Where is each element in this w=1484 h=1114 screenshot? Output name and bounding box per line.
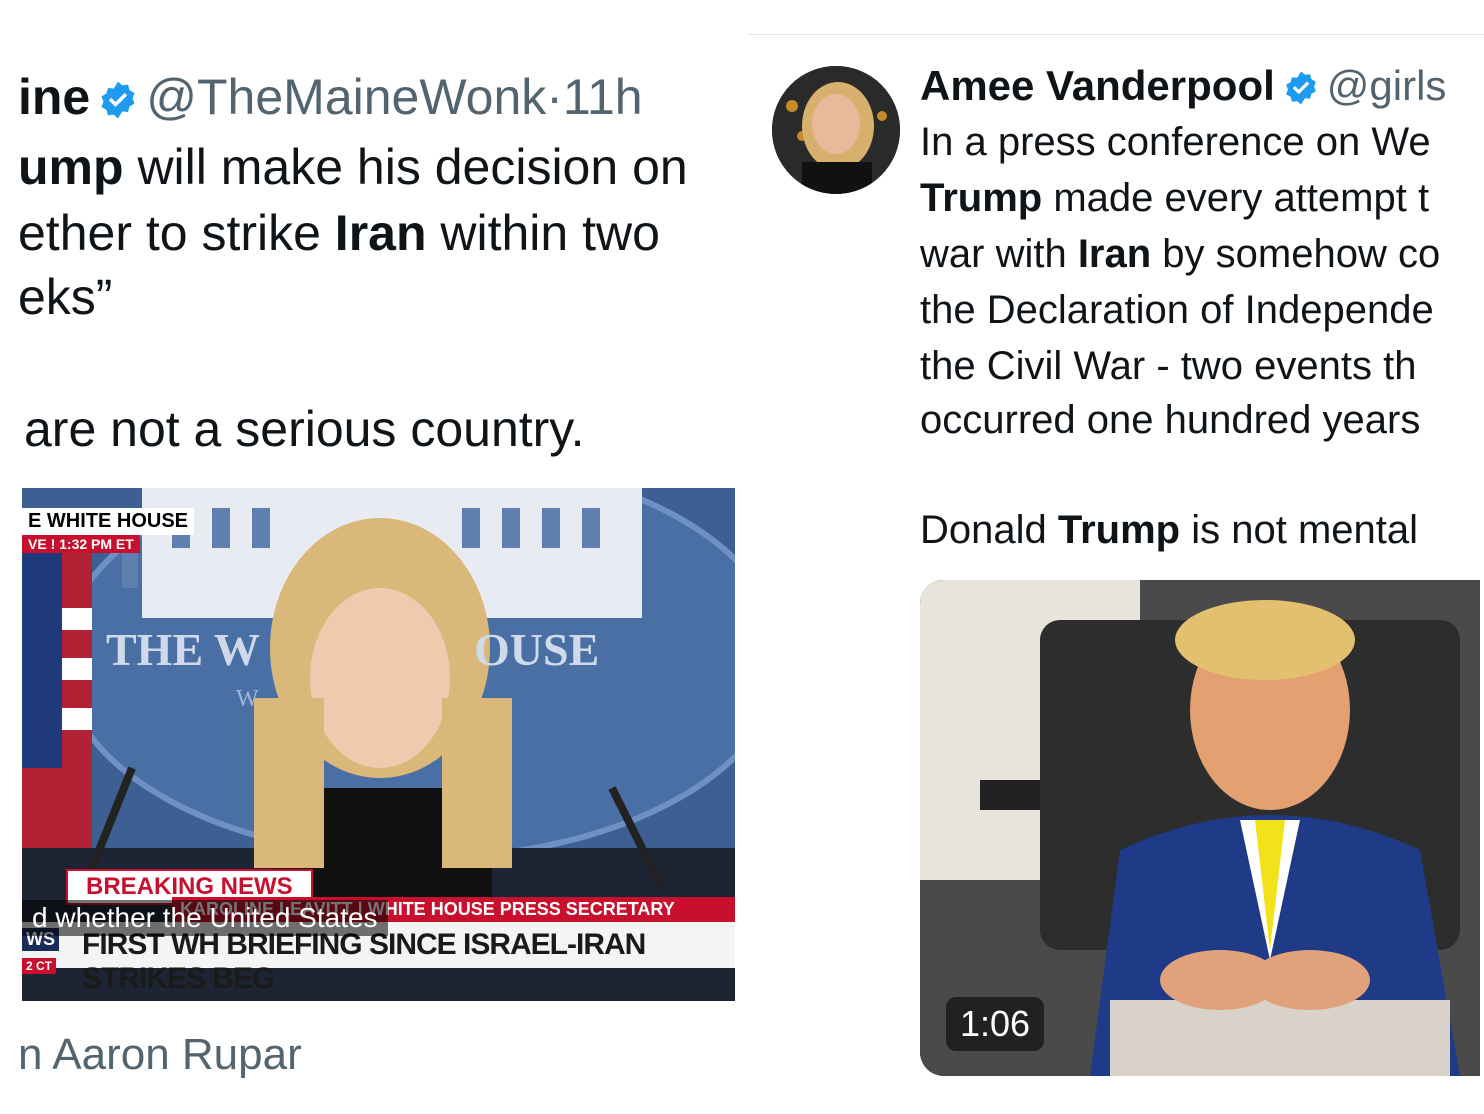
live-time-label: VE ! 1:32 PM ET <box>22 535 140 553</box>
left-tweet-line-1: ump will make his decision on <box>18 139 688 195</box>
author-avatar[interactable] <box>772 66 900 194</box>
left-tweet-line-4: are not a serious country. <box>24 401 585 457</box>
left-tweet-video[interactable]: E WHITE HOUSE VE ! 1:32 PM ET THE W OUSE… <box>22 488 735 1001</box>
right-tweet-line-5: the Civil War - two events th <box>920 344 1417 388</box>
right-tweet-line-4: the Declaration of Independe <box>920 288 1434 332</box>
right-tweet-line-6: occurred one hundred years <box>920 398 1421 442</box>
right-tweet-line-7: Donald Trump is not mental <box>920 508 1418 552</box>
right-tweet-line-1: In a press conference on We <box>920 120 1431 164</box>
left-tweet-header: ine @TheMaineWonk·11h <box>18 68 643 126</box>
left-author-name[interactable]: ine <box>18 69 90 125</box>
verified-badge-icon <box>1285 71 1316 105</box>
network-corner-label: E WHITE HOUSE <box>22 508 195 535</box>
video-duration-badge: 1:06 <box>946 997 1045 1051</box>
right-author-handle[interactable]: @girls <box>1327 62 1447 109</box>
wall-text-right: OUSE <box>474 624 600 675</box>
wall-text-small: W <box>236 686 259 712</box>
divider-line <box>748 34 1484 35</box>
verified-badge-icon <box>101 81 135 119</box>
left-tweet-line-2: ether to strike Iran within two <box>18 205 660 261</box>
wall-text-left: THE W <box>106 624 260 675</box>
time-tag: 2 CT <box>22 958 57 974</box>
avatar-portrait-icon <box>772 66 900 194</box>
right-tweet-line-3: war with Iran by somehow co <box>920 232 1441 276</box>
left-tweet-line-3: eks” <box>18 269 113 325</box>
media-credit[interactable]: n Aaron Rupar <box>18 1030 302 1080</box>
right-tweet-line-2: Trump made every attempt t <box>920 176 1430 220</box>
separator-dot: · <box>546 69 563 125</box>
right-author-name[interactable]: Amee Vanderpool <box>920 62 1275 109</box>
left-author-handle[interactable]: @TheMaineWonk <box>146 69 546 125</box>
left-tweet-time[interactable]: 11h <box>563 69 643 125</box>
ticker-text: FIRST WH BRIEFING SINCE ISRAEL-IRAN STRI… <box>82 928 646 995</box>
right-tweet-header: Amee Vanderpool @girls <box>920 62 1446 110</box>
video-caption: d whether the United States <box>22 900 388 936</box>
